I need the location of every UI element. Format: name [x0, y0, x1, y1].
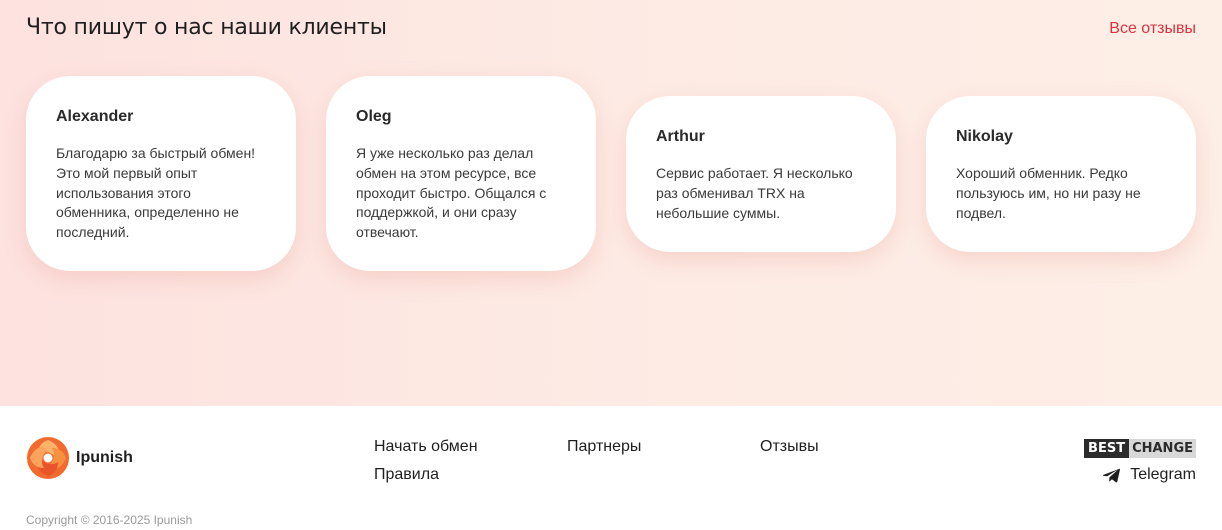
review-card: Alexander Благодарю за быстрый обмен! Эт… [26, 76, 296, 271]
nav-start-exchange[interactable]: Начать обмен [374, 438, 478, 456]
footer: Ipunish Начать обмен Партнеры Отзывы Пра… [0, 406, 1222, 530]
all-reviews-link[interactable]: Все отзывы [1109, 20, 1196, 38]
review-text: Я уже несколько раз делал обмен на этом … [356, 145, 547, 241]
review-text: Сервис работает. Я несколько раз обменив… [656, 165, 853, 221]
telegram-label: Telegram [1130, 466, 1196, 483]
bestchange-best-text: BEST [1084, 439, 1130, 458]
telegram-link[interactable]: Telegram [1103, 466, 1196, 484]
bestchange-change-text: CHANGE [1129, 439, 1196, 458]
paper-plane-icon [1103, 468, 1121, 482]
reviews-section: Что пишут о нас наши клиенты Все отзывы … [0, 0, 1222, 406]
review-author: Alexander [56, 108, 134, 125]
review-author: Nikolay [956, 128, 1013, 145]
bestchange-badge[interactable]: BEST CHANGE [1084, 439, 1196, 458]
nav-partners[interactable]: Партнеры [567, 438, 641, 456]
review-author: Oleg [356, 108, 392, 125]
review-card: Arthur Сервис работает. Я несколько раз … [626, 96, 896, 252]
review-text: Благодарю за быстрый обмен! Это мой перв… [56, 145, 256, 241]
brand-name: Ipunish [76, 449, 133, 466]
nav-rules[interactable]: Правила [374, 466, 439, 484]
section-title: Что пишут о нас наши клиенты [26, 15, 387, 40]
logo-swirl-icon [27, 437, 69, 479]
brand-logo[interactable]: Ipunish [26, 436, 133, 480]
review-card: Oleg Я уже несколько раз делал обмен на … [326, 76, 596, 271]
nav-reviews[interactable]: Отзывы [760, 438, 819, 456]
copyright-text: Copyright © 2016-2025 Ipunish [26, 513, 193, 527]
review-author: Arthur [656, 128, 705, 145]
review-text: Хороший обменник. Редко пользуюсь им, но… [956, 165, 1141, 221]
review-card: Nikolay Хороший обменник. Редко пользуюс… [926, 96, 1196, 252]
